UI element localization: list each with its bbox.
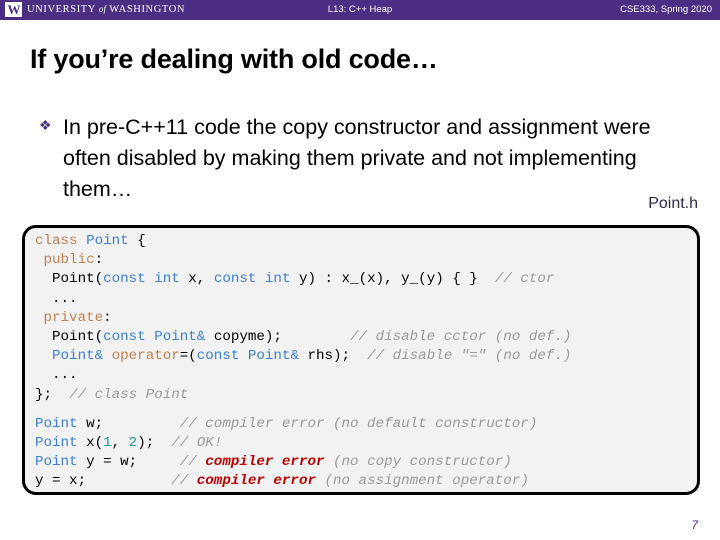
- code-token: const: [196, 348, 248, 365]
- code-token: };: [35, 386, 70, 403]
- diamond-bullet-icon: ❖: [39, 117, 52, 133]
- code-token: copyme);: [205, 329, 351, 346]
- code-token: x(: [77, 435, 104, 452]
- code-line: Point(const Point& copyme); // disable c…: [35, 328, 571, 347]
- code-line: y = x; // compiler error (no assignment …: [35, 472, 571, 491]
- code-token: public: [35, 252, 95, 269]
- code-block-text: class Point { public: Point(const int x,…: [35, 232, 571, 492]
- code-line: Point y = w; // compiler error (no copy …: [35, 453, 571, 472]
- code-token: ,: [111, 435, 129, 452]
- code-block: class Point { public: Point(const int x,…: [22, 225, 700, 495]
- page-title: If you’re dealing with old code…: [30, 44, 438, 74]
- code-line: }; // class Point: [35, 386, 571, 405]
- code-token: =(: [179, 348, 197, 365]
- university-name-post: WASHINGTON: [109, 4, 186, 15]
- code-token: // OK!: [171, 435, 223, 452]
- code-token: y = w;: [77, 454, 180, 471]
- slide-number: 7: [691, 518, 698, 532]
- code-token: const: [103, 271, 155, 288]
- uw-logo: W UNIVERSITY of WASHINGTON: [5, 2, 185, 17]
- code-token: Point: [35, 435, 78, 452]
- code-token: (no assignment operator): [315, 473, 529, 490]
- code-token: Point: [86, 233, 138, 249]
- code-token: (no copy constructor): [324, 454, 512, 471]
- course-term-label: CSE333, Spring 2020: [620, 4, 712, 15]
- code-line: Point& operator=(const Point& rhs); // d…: [35, 347, 571, 366]
- code-token: :: [103, 309, 112, 326]
- university-name: UNIVERSITY of WASHINGTON: [27, 4, 185, 15]
- code-token: int: [154, 271, 189, 288]
- code-token: Point(: [35, 329, 104, 346]
- file-name-label: Point.h: [648, 195, 698, 212]
- code-token: y = x;: [35, 473, 155, 490]
- code-line: public:: [35, 251, 571, 270]
- code-line: Point w; // compiler error (no default c…: [35, 415, 571, 434]
- code-token: Point&: [247, 348, 299, 365]
- code-token: //: [179, 454, 206, 471]
- code-token: //: [154, 473, 197, 490]
- code-line: ...: [35, 366, 571, 385]
- code-token: // ctor: [494, 271, 555, 288]
- code-token: // disable cctor (no def.): [350, 329, 572, 346]
- code-token: y) : x_(x), y_(y) { }: [298, 271, 495, 288]
- code-token: w;: [77, 415, 180, 432]
- code-line: class Point {: [35, 232, 571, 251]
- code-token: x,: [188, 271, 214, 288]
- code-token: private: [35, 309, 104, 326]
- code-line: Point(const int x, const int y) : x_(x),…: [35, 270, 571, 289]
- code-token: ...: [35, 290, 78, 307]
- code-token: rhs);: [298, 348, 368, 365]
- code-token: Point(: [35, 271, 104, 288]
- university-name-pre: UNIVERSITY: [27, 4, 96, 15]
- code-token: 1: [103, 435, 112, 452]
- code-line: Point x(1, 2); // OK!: [35, 434, 571, 453]
- code-line: ...: [35, 290, 571, 309]
- code-token: Point&: [35, 348, 104, 365]
- code-token: Point&: [154, 329, 206, 346]
- university-name-of: of: [98, 4, 107, 14]
- code-token: operator: [103, 348, 180, 365]
- header-bar: W UNIVERSITY of WASHINGTON L13: C++ Heap…: [0, 0, 720, 20]
- code-token: class: [35, 233, 87, 249]
- code-line: private:: [35, 309, 571, 328]
- code-token: 2: [128, 435, 138, 452]
- code-token: );: [137, 435, 172, 452]
- code-token: compiler error: [196, 473, 316, 490]
- bullet-item-text: In pre-C++11 code the copy constructor a…: [63, 115, 651, 201]
- code-token: // compiler error (no default constructo…: [179, 415, 538, 432]
- code-token: {: [137, 233, 146, 249]
- code-token: compiler error: [205, 454, 325, 471]
- uw-w-logo-icon: W: [5, 2, 22, 17]
- code-token: const: [213, 271, 265, 288]
- code-token: // class Point: [69, 386, 189, 403]
- code-token: Point: [35, 415, 78, 432]
- code-token: ...: [35, 367, 78, 384]
- code-token: Point: [35, 454, 78, 471]
- bullet-item: ❖ In pre-C++11 code the copy constructor…: [33, 112, 673, 205]
- code-token: const: [103, 329, 155, 346]
- code-token: // disable "=" (no def.): [367, 348, 572, 365]
- code-token: :: [94, 252, 104, 269]
- code-token: int: [264, 271, 299, 288]
